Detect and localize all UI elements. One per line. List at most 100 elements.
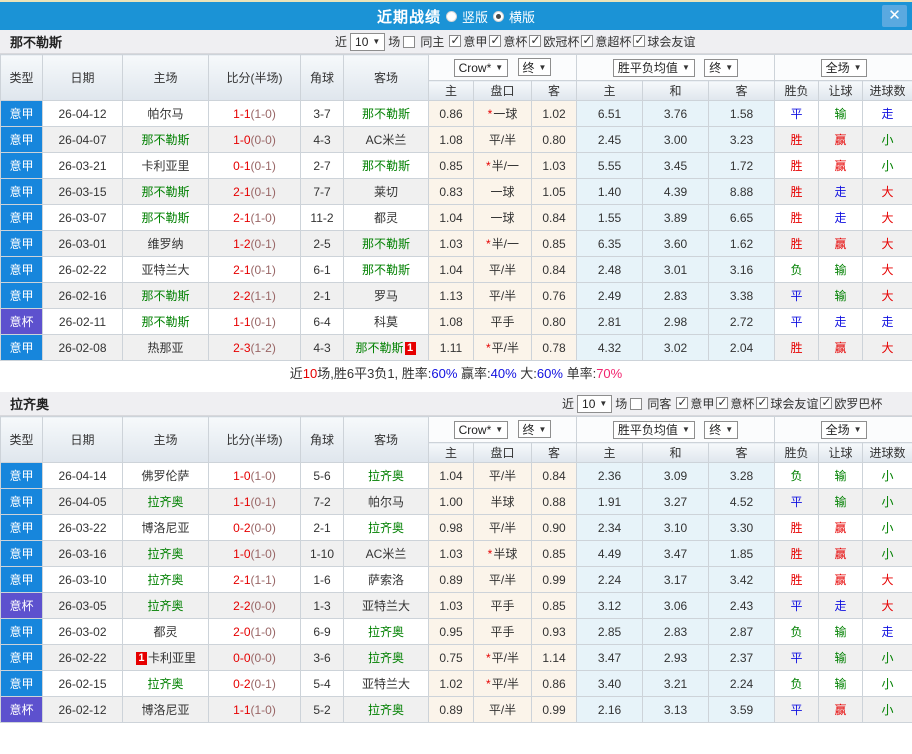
handicap-line: 平手	[473, 308, 532, 335]
result-handicap: 赢	[818, 334, 864, 361]
league-label: 欧冠杯	[543, 34, 580, 49]
result-winlose: 平	[774, 644, 820, 671]
league-filter[interactable]: 欧罗巴杯	[820, 395, 882, 412]
avg-odds-select[interactable]: 胜平负均值 ▼	[612, 58, 695, 77]
avg-odds-time-select[interactable]: 终 ▼	[704, 58, 739, 77]
same-venue-label: 同客	[647, 397, 672, 411]
score-halftime: 1-0(1-0)	[208, 540, 301, 567]
scope-select[interactable]: 全场 ▼	[820, 420, 867, 439]
league-checkbox[interactable]	[581, 33, 594, 48]
avg-home-odds: 6.35	[576, 230, 644, 257]
league-checkbox[interactable]	[529, 33, 542, 48]
odds-time-select[interactable]: 终 ▼	[517, 58, 552, 77]
away-team: 拉齐奥	[343, 696, 429, 723]
subcol-winlose: 胜负	[774, 442, 820, 463]
league-type-badge: 意甲	[0, 178, 43, 205]
result-goals: 大	[862, 256, 912, 283]
subcol-handicap-result: 让球	[818, 80, 864, 101]
avg-away-odds: 3.38	[708, 282, 776, 309]
league-filter[interactable]: 球会友谊	[756, 395, 818, 412]
match-date: 26-03-01	[42, 230, 123, 257]
league-checkbox[interactable]	[756, 395, 769, 410]
games-label: 场	[388, 35, 401, 49]
match-count-select[interactable]: 10 ▼	[577, 394, 613, 413]
vertical-layout-radio[interactable]	[445, 10, 457, 22]
result-goals: 小	[862, 540, 912, 567]
league-checkbox[interactable]	[449, 33, 462, 48]
score-halftime: 2-1(0-1)	[208, 178, 301, 205]
league-filter[interactable]: 欧冠杯	[529, 33, 579, 50]
away-team: 拉齐奥	[343, 618, 429, 645]
result-handicap: 赢	[818, 514, 864, 541]
league-filter[interactable]: 意甲	[676, 395, 714, 412]
league-filter[interactable]: 意超杯	[581, 33, 631, 50]
avg-away-odds: 3.28	[708, 462, 776, 489]
score-halftime: 0-0(0-0)	[208, 644, 301, 671]
away-team: 拉齐奥	[343, 644, 429, 671]
handicap-line: 半球	[473, 488, 532, 515]
match-count-select[interactable]: 10 ▼	[350, 32, 386, 51]
handicap-line: 平/半	[473, 566, 532, 593]
table-row: 意甲 26-02-16 那不勒斯 2-2(1-1) 2-1 罗马 1.13 平/半 0.76 2.…	[0, 282, 912, 309]
avg-home-odds: 2.34	[576, 514, 644, 541]
home-team: 拉齐奥	[122, 488, 209, 515]
league-checkbox[interactable]	[820, 395, 833, 410]
league-checkbox[interactable]	[489, 33, 502, 48]
bookmaker-select[interactable]: Crow* ▼	[453, 420, 509, 439]
vertical-layout-label[interactable]: 竖版	[462, 7, 488, 26]
handicap-line: 平/半	[473, 282, 532, 309]
result-winlose: 胜	[774, 334, 820, 361]
handicap-line: 平/半	[473, 696, 532, 723]
match-date: 26-04-14	[42, 462, 123, 489]
league-filter[interactable]: 意杯	[716, 395, 754, 412]
card-badge: 1	[135, 652, 147, 665]
subcol-winlose: 胜负	[774, 80, 820, 101]
horizontal-layout-radio[interactable]	[493, 10, 504, 22]
league-type-badge: 意甲	[0, 256, 43, 283]
filter-controls: 近 10▼ 场 同主 意甲意杯欧冠杯意超杯球会友谊	[335, 32, 695, 51]
avg-home-odds: 2.16	[576, 696, 644, 723]
league-type-badge: 意甲	[0, 566, 43, 593]
corner-count: 5-6	[300, 462, 344, 489]
avg-draw-odds: 3.01	[642, 256, 710, 283]
result-handicap: 输	[818, 462, 864, 489]
handicap-home-odds: 1.03	[428, 540, 474, 567]
avg-draw-odds: 3.06	[642, 592, 710, 619]
league-checkbox[interactable]	[676, 395, 689, 410]
league-checkbox[interactable]	[716, 395, 729, 410]
avg-odds-select[interactable]: 胜平负均值 ▼	[612, 420, 695, 439]
result-goals: 小	[862, 488, 912, 515]
away-team: 都灵	[343, 204, 429, 231]
same-venue-checkbox[interactable]	[630, 397, 643, 410]
away-team: 那不勒斯	[343, 230, 429, 257]
league-filter[interactable]: 意杯	[489, 33, 527, 50]
handicap-home-odds: 0.89	[428, 566, 474, 593]
league-checkbox[interactable]	[633, 33, 646, 48]
avg-home-odds: 2.49	[576, 282, 644, 309]
match-date: 26-02-22	[42, 256, 123, 283]
close-icon[interactable]: ✕	[882, 5, 907, 27]
score-halftime: 2-3(1-2)	[208, 334, 301, 361]
subcol-goals: 进球数	[862, 80, 912, 101]
handicap-away-odds: 1.14	[530, 644, 578, 671]
odds-time-select[interactable]: 终 ▼	[517, 420, 552, 439]
league-type-badge: 意甲	[0, 230, 43, 257]
table-row: 意甲 26-03-22 博洛尼亚 0-2(0-0) 2-1 拉齐奥 0.98 平/半 0.90 2…	[0, 514, 912, 541]
scope-select[interactable]: 全场 ▼	[820, 58, 867, 77]
subcol-avg-away: 客	[708, 80, 776, 101]
league-filter[interactable]: 球会友谊	[633, 33, 695, 50]
score-halftime: 2-2(1-1)	[208, 282, 301, 309]
col-header-date: 日期	[42, 416, 123, 463]
horizontal-layout-label[interactable]: 横版	[509, 7, 535, 26]
avg-odds-time-select[interactable]: 终 ▼	[704, 420, 739, 439]
corner-count: 3-7	[300, 100, 344, 127]
subcol-handicap-away: 客	[530, 442, 578, 463]
same-venue-checkbox[interactable]	[403, 35, 416, 48]
avg-home-odds: 2.48	[576, 256, 644, 283]
handicap-away-odds: 0.80	[530, 308, 578, 335]
league-filter[interactable]: 意甲	[449, 33, 487, 50]
filter-row: 拉齐奥 近 10▼ 场 同客 意甲意杯球会友谊欧罗巴杯	[0, 392, 912, 416]
league-type-badge: 意甲	[0, 488, 43, 515]
bookmaker-select[interactable]: Crow* ▼	[453, 58, 509, 77]
match-date: 26-04-07	[42, 126, 123, 153]
